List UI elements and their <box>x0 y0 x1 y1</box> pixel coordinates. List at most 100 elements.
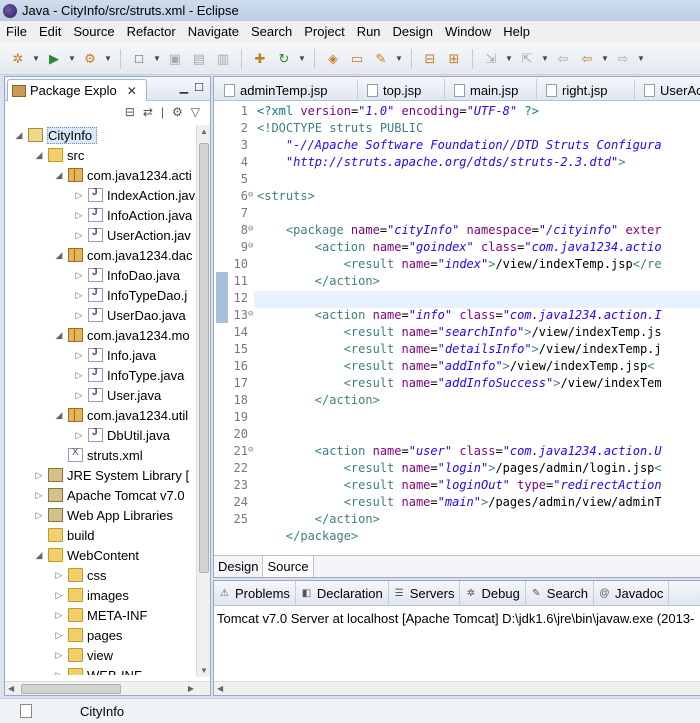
minimize-icon[interactable]: ▁ <box>180 81 188 94</box>
tree-item[interactable]: ▷ JRE System Library [ <box>33 465 190 485</box>
view-menu-icon[interactable]: ▽ <box>191 105 200 119</box>
expand-arrow-icon[interactable]: ▷ <box>73 270 85 281</box>
external-tools-icon[interactable]: ⚙ <box>80 49 100 69</box>
new-server-icon[interactable]: ✚ <box>250 49 270 69</box>
expand-arrow-icon[interactable]: ▷ <box>73 190 85 201</box>
close-icon[interactable]: ✕ <box>127 84 137 98</box>
dropdown-arrow-icon[interactable]: ▼ <box>541 54 549 63</box>
scrollbar-thumb[interactable] <box>21 684 121 694</box>
print-icon[interactable]: ▥ <box>213 49 233 69</box>
menu-help[interactable]: Help <box>497 21 536 43</box>
scroll-left-icon[interactable]: ◀ <box>217 684 223 693</box>
tab-servers[interactable]: ☰ Servers <box>389 581 461 605</box>
collapse-all-icon[interactable]: ⊟ <box>125 105 135 119</box>
tab-javadoc[interactable]: @ Javadoc <box>594 581 670 605</box>
filters-icon[interactable]: ⚙ <box>172 105 183 119</box>
expand-arrow-icon[interactable]: ▷ <box>73 390 85 401</box>
collapse-arrow-icon[interactable]: ◢ <box>53 410 65 421</box>
tree-item[interactable]: build <box>33 525 94 545</box>
editor-tab[interactable]: right.jsp <box>540 79 635 101</box>
tab-debug[interactable]: ✲ Debug <box>460 581 526 605</box>
collapse-arrow-icon[interactable]: ◢ <box>33 150 45 161</box>
expand-arrow-icon[interactable]: ▷ <box>33 490 45 501</box>
tab-source[interactable]: Source <box>263 556 314 577</box>
expand-arrow-icon[interactable]: ▷ <box>73 210 85 221</box>
tree-item[interactable]: ◢ com.java1234.dac <box>53 245 193 265</box>
toggle-mark-icon[interactable]: ⊟ <box>420 49 440 69</box>
debug-config-icon[interactable]: ✲ <box>8 49 28 69</box>
dropdown-arrow-icon[interactable]: ▼ <box>32 54 40 63</box>
link-with-editor-icon[interactable]: ⇄ <box>143 105 153 119</box>
dropdown-arrow-icon[interactable]: ▼ <box>104 54 112 63</box>
tree-item[interactable]: ▷ WEB-INF <box>53 665 142 675</box>
editor-tab[interactable]: UserAc <box>638 79 700 101</box>
tree-item[interactable]: ▷ DbUtil.java <box>73 425 170 445</box>
new-icon[interactable]: □ <box>129 49 149 69</box>
tree-item[interactable]: ▷ images <box>53 585 129 605</box>
expand-arrow-icon[interactable]: ▷ <box>73 310 85 321</box>
next-annotation-icon[interactable]: ⇲ <box>481 49 501 69</box>
fold-toggle-icon[interactable]: ⊖ <box>248 241 253 251</box>
tree-item[interactable]: struts.xml <box>53 445 143 465</box>
back-icon[interactable]: ⇦ <box>577 49 597 69</box>
last-edit-icon[interactable]: ⇦ <box>553 49 573 69</box>
horizontal-scrollbar[interactable]: ◀ ▶ <box>5 681 210 695</box>
collapse-arrow-icon[interactable]: ◢ <box>33 550 45 561</box>
tree-item[interactable]: ▷ IndexAction.jav <box>73 185 195 205</box>
code-editor[interactable]: 1 <?xml version="1.0" encoding="UTF-8" ?>… <box>214 102 700 557</box>
save-icon[interactable]: ▣ <box>165 49 185 69</box>
tab-declaration[interactable]: ◧ Declaration <box>296 581 389 605</box>
dropdown-arrow-icon[interactable]: ▼ <box>637 54 645 63</box>
menu-project[interactable]: Project <box>298 21 350 43</box>
tree-item[interactable]: ▷ view <box>53 645 113 665</box>
scroll-up-icon[interactable]: ▲ <box>200 127 208 136</box>
tree-item[interactable]: ◢ com.java1234.acti <box>53 165 192 185</box>
expand-arrow-icon[interactable]: ▷ <box>53 590 65 601</box>
menu-run[interactable]: Run <box>351 21 387 43</box>
package-explorer-tab[interactable]: Package Explo ✕ <box>7 79 147 101</box>
dropdown-arrow-icon[interactable]: ▼ <box>601 54 609 63</box>
expand-arrow-icon[interactable]: ▷ <box>53 610 65 621</box>
horizontal-scrollbar[interactable]: ◀ <box>214 681 700 695</box>
menu-source[interactable]: Source <box>67 21 120 43</box>
maximize-icon[interactable]: ☐ <box>194 81 204 94</box>
expand-arrow-icon[interactable]: ▷ <box>73 370 85 381</box>
run-icon[interactable]: ▶ <box>44 49 64 69</box>
dropdown-arrow-icon[interactable]: ▼ <box>153 54 161 63</box>
tree-item[interactable]: ▷ Web App Libraries <box>33 505 173 525</box>
tab-design[interactable]: Design <box>214 556 264 577</box>
expand-arrow-icon[interactable]: ▷ <box>73 230 85 241</box>
menu-search[interactable]: Search <box>245 21 298 43</box>
dropdown-arrow-icon[interactable]: ▼ <box>68 54 76 63</box>
open-type-icon[interactable]: ◈ <box>323 49 343 69</box>
tree-item[interactable]: ▷ pages <box>53 625 123 645</box>
tree-item[interactable]: ▷ css <box>53 565 107 585</box>
tab-problems[interactable]: ⚠ Problems <box>214 581 296 605</box>
refresh-icon[interactable]: ↻ <box>274 49 294 69</box>
vertical-scrollbar[interactable]: ▲ ▼ <box>196 125 210 677</box>
expand-arrow-icon[interactable]: ▷ <box>53 670 65 676</box>
expand-arrow-icon[interactable]: ▷ <box>73 350 85 361</box>
open-folder-icon[interactable]: ▭ <box>347 49 367 69</box>
tree-item[interactable]: ▷ InfoTypeDao.j <box>73 285 188 305</box>
dropdown-arrow-icon[interactable]: ▼ <box>395 54 403 63</box>
tree-item[interactable]: ▷ User.java <box>73 385 162 405</box>
tree-item[interactable]: ▷ InfoDao.java <box>73 265 180 285</box>
previous-annotation-icon[interactable]: ⇱ <box>517 49 537 69</box>
tree-item[interactable]: ◢ com.java1234.util <box>53 405 189 425</box>
tree-item[interactable]: ▷ Apache Tomcat v7.0 <box>33 485 185 505</box>
expand-arrow-icon[interactable]: ▷ <box>33 470 45 481</box>
expand-arrow-icon[interactable]: ▷ <box>53 570 65 581</box>
tree-item[interactable]: ▷ UserDao.java <box>73 305 186 325</box>
scroll-left-icon[interactable]: ◀ <box>8 684 14 693</box>
menu-design[interactable]: Design <box>387 21 439 43</box>
fold-toggle-icon[interactable]: ⊖ <box>248 224 253 234</box>
tree-item[interactable]: ◢ CityInfo <box>13 125 98 145</box>
editor-tab[interactable]: main.jsp <box>448 79 537 101</box>
search-tool-icon[interactable]: ✎ <box>371 49 391 69</box>
scroll-right-icon[interactable]: ▶ <box>188 684 194 693</box>
save-all-icon[interactable]: ▤ <box>189 49 209 69</box>
menu-file[interactable]: File <box>0 21 33 43</box>
scroll-down-icon[interactable]: ▼ <box>200 666 208 675</box>
expand-arrow-icon[interactable]: ▷ <box>33 510 45 521</box>
